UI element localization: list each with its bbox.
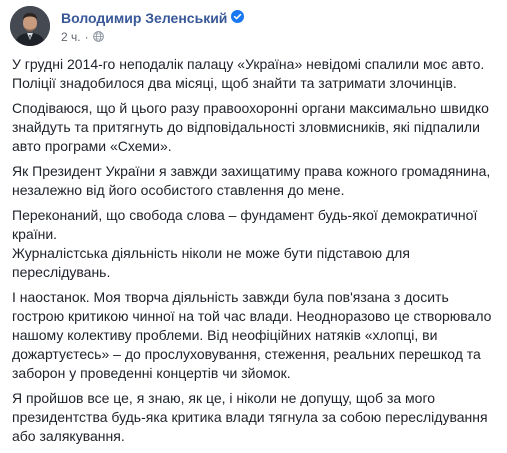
post-paragraph: У грудні 2014-го неподалік палацу «Украї…	[12, 56, 485, 91]
post-paragraph: Як Президент України я завжди захищатиму…	[12, 163, 491, 198]
author-name-link[interactable]: Володимир Зеленський	[61, 10, 227, 26]
author-row: Володимир Зеленський	[61, 9, 245, 27]
avatar-portrait-icon	[10, 6, 50, 46]
post-header: Володимир Зеленський 2 ч. ·	[10, 6, 490, 48]
post-paragraph: Журналістська діяльність ніколи не може …	[12, 245, 410, 280]
globe-icon[interactable]	[92, 31, 104, 43]
post-paragraph: І наостанок. Моя творча діяльність завжд…	[12, 289, 492, 381]
post-paragraph: Сподіваюся, що й цього разу правоохоронн…	[12, 100, 489, 154]
post-paragraph: Я пройшов все це, я знаю, як це, і нікол…	[12, 390, 488, 444]
verified-badge-icon	[231, 10, 245, 24]
post-body: У грудні 2014-го неподалік палацу «Украї…	[12, 55, 500, 452]
post-timestamp[interactable]: 2 ч.	[61, 30, 81, 44]
facebook-post: Володимир Зеленський 2 ч. · У грудні 2014…	[0, 0, 507, 453]
meta-separator: ·	[84, 30, 89, 44]
post-meta: 2 ч. ·	[61, 30, 104, 44]
post-paragraph: Переконаний, що свобода слова – фундамен…	[12, 207, 478, 242]
author-avatar[interactable]	[10, 6, 50, 46]
